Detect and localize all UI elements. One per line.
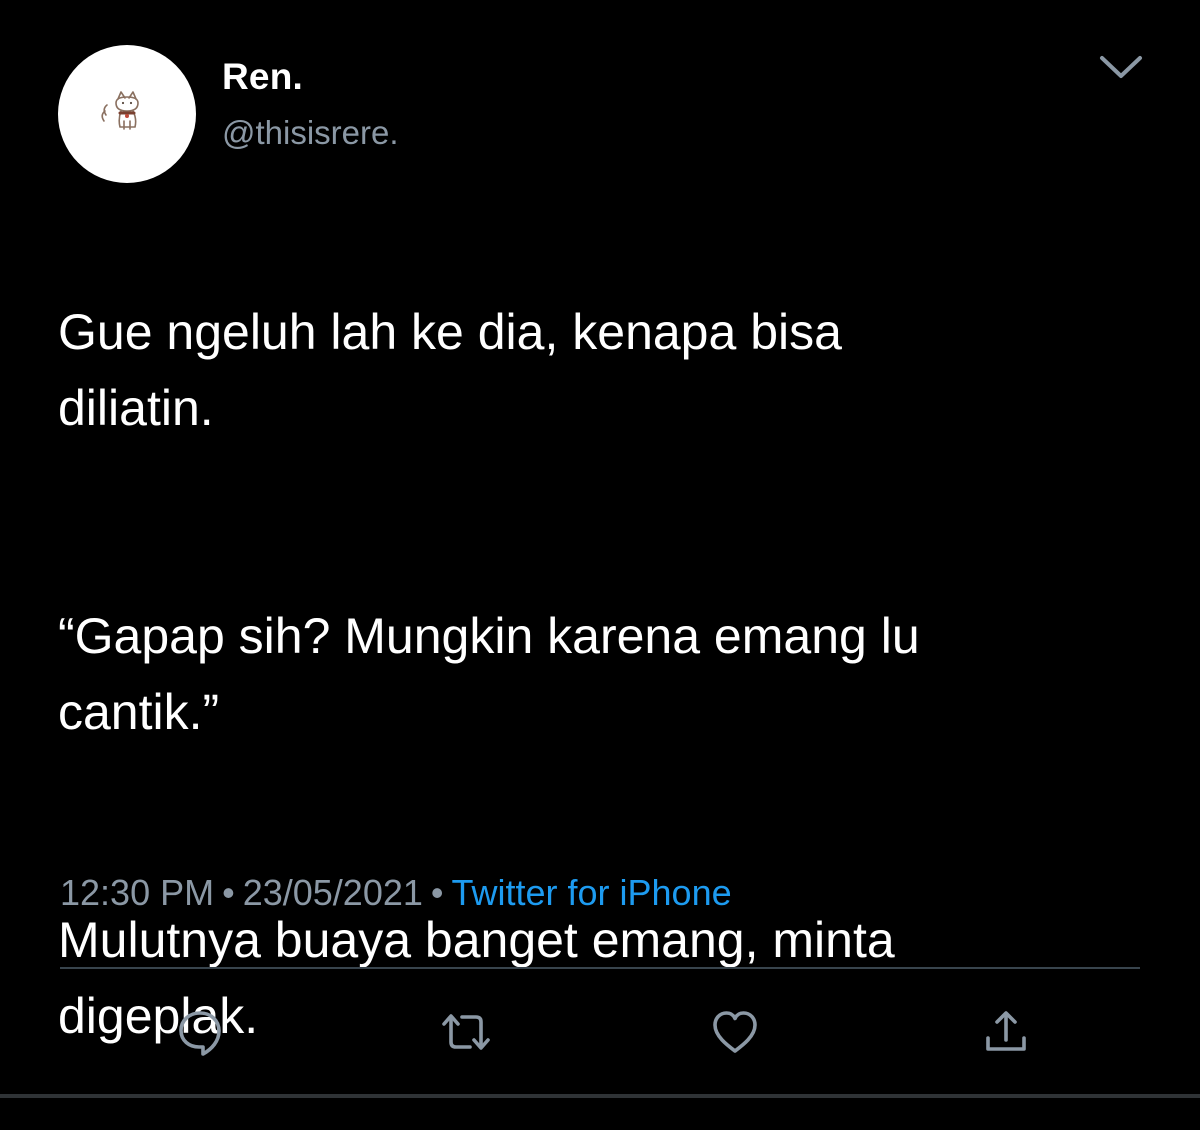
cat-avatar-icon bbox=[101, 91, 139, 130]
tweet-metadata: 12:30 PM • 23/05/2021 • Twitter for iPhone bbox=[60, 872, 732, 914]
tweet-text: Gue ngeluh lah ke dia, kenapa bisa dilia… bbox=[58, 218, 1158, 1130]
tweet-paragraph: “Gapap sih? Mungkin karena emang lu cant… bbox=[58, 608, 920, 740]
share-icon bbox=[986, 1011, 1026, 1051]
share-button[interactable] bbox=[978, 1004, 1034, 1060]
reply-icon bbox=[179, 1011, 221, 1056]
divider bbox=[60, 967, 1140, 969]
retweet-icon bbox=[442, 1014, 490, 1050]
retweet-button[interactable] bbox=[438, 1004, 494, 1060]
reply-button[interactable] bbox=[172, 1004, 228, 1060]
meta-separator: • bbox=[222, 872, 235, 913]
display-name[interactable]: Ren. bbox=[222, 56, 303, 98]
tweet-date[interactable]: 23/05/2021 bbox=[243, 872, 423, 913]
heart-icon bbox=[713, 1011, 757, 1053]
bottom-border bbox=[0, 1094, 1200, 1098]
meta-separator: • bbox=[430, 872, 444, 913]
user-handle[interactable]: @thisisrere. bbox=[222, 114, 399, 152]
like-button[interactable] bbox=[707, 1004, 763, 1060]
tweet-paragraph: Gue ngeluh lah ke dia, kenapa bisa dilia… bbox=[58, 304, 842, 436]
tweet-time[interactable]: 12:30 PM bbox=[60, 872, 214, 913]
avatar[interactable] bbox=[58, 45, 196, 183]
tweet-source-link[interactable]: Twitter for iPhone bbox=[452, 872, 732, 913]
chevron-down-icon bbox=[1100, 56, 1142, 78]
more-options-button[interactable] bbox=[1096, 50, 1146, 84]
